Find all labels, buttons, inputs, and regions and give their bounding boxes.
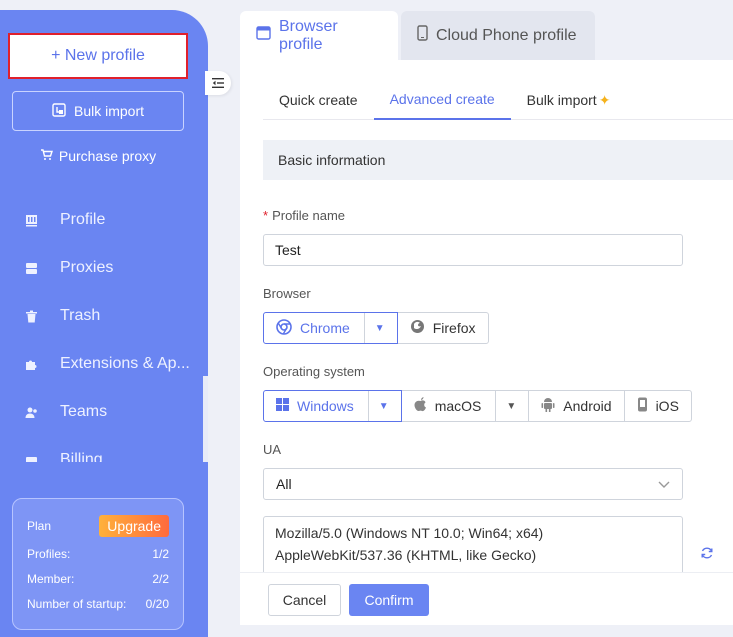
sidebar-nav: Profile Proxies Trash Extensions & Ap...… [0,196,204,462]
sidebar-item-label: Billing [60,451,103,462]
os-ios-button[interactable]: iOS [623,390,692,422]
trash-icon [24,309,38,323]
sidebar-item-label: Teams [60,403,108,420]
tab-cloud-phone-profile[interactable]: Cloud Phone profile [401,11,595,60]
profile-name-label: * Profile name [263,208,345,223]
bulk-import-icon [52,102,66,120]
startup-label: Number of startup: [27,596,127,611]
os-android-label: Android [563,398,612,414]
sidebar: + New profile Bulk import Purchase proxy… [0,10,208,637]
sidebar-item-label: Trash [60,307,101,324]
chevron-down-icon[interactable]: ▼ [363,313,385,343]
chevron-down-icon [658,476,670,492]
chevron-down-icon[interactable]: ▼ [495,391,516,421]
sidebar-item-label: Extensions & Ap... [60,355,190,372]
tab-label: Cloud Phone profile [436,26,577,44]
section-heading: Basic information [263,140,733,180]
browser-firefox-button[interactable]: Firefox [396,312,489,344]
ua-label: UA [263,442,282,457]
sidebar-item-billing[interactable]: Billing [0,436,204,462]
profiles-value: 1/2 [152,546,169,561]
os-macos-button[interactable]: macOS ▼ [400,390,530,422]
browser-label: Browser [263,286,311,301]
sidebar-item-profile[interactable]: Profile [0,196,204,244]
plan-label: Plan [27,519,52,533]
form-footer: Cancel Confirm [240,572,733,625]
bulk-import-button[interactable]: Bulk import [12,91,184,131]
tab-advanced-create[interactable]: Advanced create [373,80,511,120]
billing-icon [24,453,38,462]
cancel-button[interactable]: Cancel [268,584,341,616]
sidebar-item-proxies[interactable]: Proxies [0,244,204,292]
member-value: 2/2 [152,571,169,586]
cart-icon [40,148,53,164]
upgrade-button[interactable]: Upgrade [99,515,169,537]
sidebar-item-label: Proxies [60,259,114,276]
sparkle-icon: ✦ [598,91,611,108]
chevron-down-icon[interactable]: ▼ [367,391,389,421]
tab-browser-profile[interactable]: Browser profile [240,11,398,60]
sidebar-scrollbar-thumb[interactable] [203,196,208,376]
os-selector: Windows ▼ macOS ▼ Android iOS [263,390,692,422]
member-label: Member: [27,571,75,586]
windows-icon [276,398,289,414]
tab-bulk-import[interactable]: Bulk import ✦ [511,80,627,120]
tab-quick-create[interactable]: Quick create [263,80,374,120]
collapse-sidebar-button[interactable] [205,71,231,95]
profile-type-tabs: Browser profile Cloud Phone profile [240,11,595,60]
profile-name-input[interactable]: Test [263,234,683,266]
purchase-proxy-link[interactable]: Purchase proxy [0,148,196,164]
browser-window-icon [256,26,271,45]
ua-select[interactable]: All [263,468,683,500]
apple-icon [414,397,427,415]
browser-chrome-label: Chrome [300,320,350,336]
sidebar-item-trash[interactable]: Trash [0,292,204,340]
create-mode-tabs: Quick create Advanced create Bulk import… [263,80,733,120]
profile-icon [24,213,38,227]
sidebar-item-label: Profile [60,211,106,228]
new-profile-button[interactable]: + New profile [8,33,188,79]
required-marker: * [263,208,269,223]
bulk-import-label: Bulk import [73,103,145,119]
firefox-icon [410,319,425,337]
confirm-button[interactable]: Confirm [349,584,429,616]
os-windows-label: Windows [297,398,354,414]
profile-name-label-text: Profile name [272,208,346,223]
sidebar-scrollbar[interactable] [203,196,208,462]
startup-value: 0/20 [145,596,169,611]
puzzle-icon [24,357,38,371]
browser-chrome-button[interactable]: Chrome ▼ [263,312,398,344]
proxies-icon [24,261,38,275]
create-profile-panel: Quick create Advanced create Bulk import… [240,60,733,625]
browser-firefox-label: Firefox [432,320,476,336]
ua-select-value: All [276,476,292,492]
ua-textarea[interactable]: Mozilla/5.0 (Windows NT 10.0; Win64; x64… [263,516,683,576]
os-ios-label: iOS [655,398,679,414]
os-android-button[interactable]: Android [528,390,625,422]
teams-icon [24,405,38,419]
collapse-icon [212,75,224,91]
profiles-label: Profiles: [27,546,71,561]
tab-label: Bulk import [526,92,597,108]
tab-label: Browser profile [279,17,338,53]
android-icon [541,397,555,415]
sidebar-item-extensions[interactable]: Extensions & Ap... [0,340,204,388]
refresh-ua-icon[interactable] [700,546,714,563]
browser-selector: Chrome ▼ Firefox [263,312,489,344]
ios-phone-icon [637,397,648,415]
sidebar-item-teams[interactable]: Teams [0,388,204,436]
purchase-proxy-label: Purchase proxy [58,148,157,164]
phone-icon [417,25,428,46]
os-windows-button[interactable]: Windows ▼ [263,390,402,422]
chrome-icon [276,318,292,338]
os-macos-label: macOS [434,398,482,414]
os-label: Operating system [263,364,365,379]
new-profile-label: + New profile [51,47,145,64]
plan-card: Plan Upgrade Profiles: 1/2 Member: 2/2 N… [12,498,184,630]
